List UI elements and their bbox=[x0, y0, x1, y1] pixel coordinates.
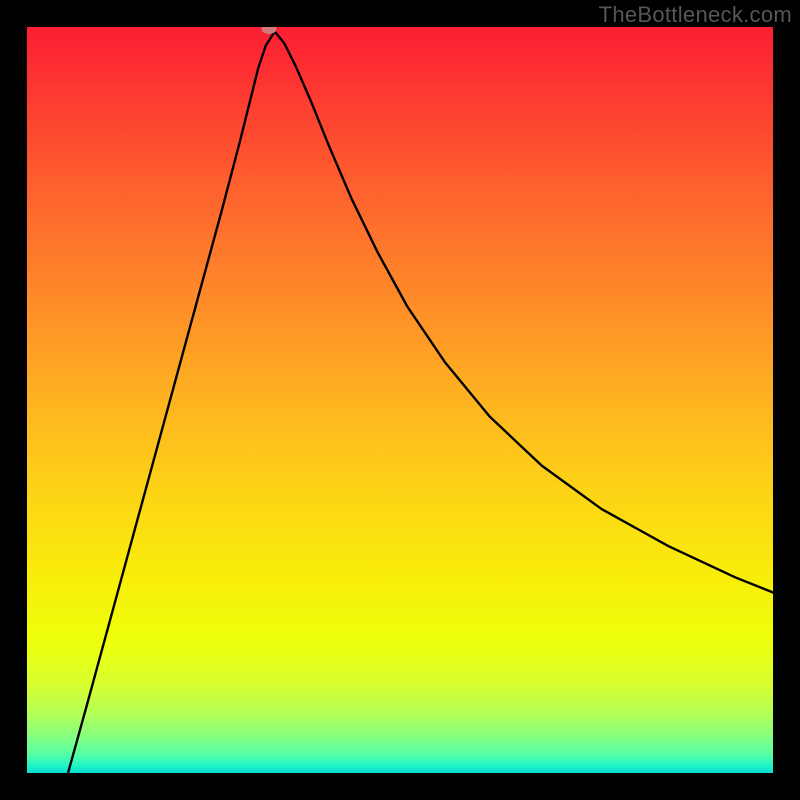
curve-svg bbox=[27, 27, 773, 773]
bottleneck-curve-path bbox=[68, 31, 773, 773]
chart-stage: TheBottleneck.com bbox=[0, 0, 800, 800]
plot-area bbox=[27, 27, 773, 773]
watermark-text: TheBottleneck.com bbox=[599, 2, 792, 28]
